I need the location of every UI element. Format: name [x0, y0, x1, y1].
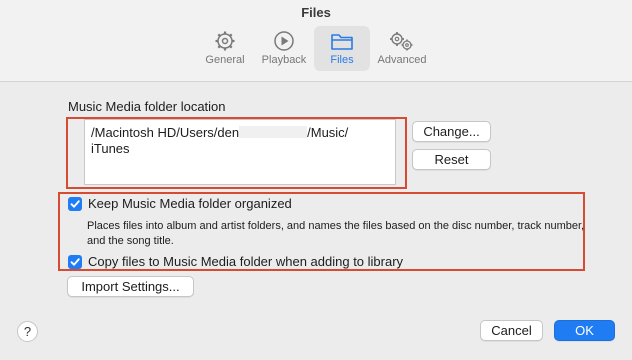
tab-playback-label: Playback	[261, 54, 307, 66]
path-text-start: /Macintosh HD/Users/den	[91, 125, 240, 140]
tab-playback[interactable]: Playback	[256, 26, 312, 71]
tab-advanced[interactable]: Advanced	[374, 26, 430, 71]
keep-organized-option[interactable]: Keep Music Media folder organized	[68, 196, 292, 211]
window-title: Files	[301, 5, 331, 20]
preferences-window: Files General Playback Files Advanced Mu…	[0, 0, 632, 360]
path-text-last: iTunes	[91, 141, 130, 156]
checkmark-icon	[70, 257, 80, 266]
gear-icon	[215, 31, 235, 51]
tab-files[interactable]: Files	[314, 26, 370, 71]
folder-icon	[331, 34, 353, 50]
reset-button[interactable]: Reset	[412, 149, 491, 170]
tab-general[interactable]: General	[197, 26, 253, 71]
tab-files-label: Files	[330, 54, 354, 66]
media-folder-path-field[interactable]: /Macintosh HD/Users/den/Music/ iTunes	[84, 119, 396, 185]
help-button[interactable]: ?	[17, 321, 38, 342]
media-folder-location-label: Music Media folder location	[68, 99, 226, 114]
toolbar: Files General Playback Files Advanced	[0, 0, 632, 82]
path-text-end: /Music/	[307, 125, 349, 140]
checkmark-icon	[70, 199, 80, 208]
copy-files-option[interactable]: Copy files to Music Media folder when ad…	[68, 254, 403, 269]
play-circle-icon	[274, 31, 294, 51]
ok-button[interactable]: OK	[554, 320, 615, 341]
change-button[interactable]: Change...	[412, 121, 491, 142]
redacted-username	[239, 126, 308, 138]
keep-organized-checkbox[interactable]	[68, 196, 82, 211]
keep-organized-description: Places files into album and artist folde…	[87, 220, 585, 247]
keep-organized-label: Keep Music Media folder organized	[88, 196, 292, 211]
cancel-button[interactable]: Cancel	[480, 320, 543, 341]
copy-files-checkbox[interactable]	[68, 254, 82, 269]
tab-advanced-label: Advanced	[377, 54, 427, 66]
gears-icon	[390, 32, 413, 51]
copy-files-label: Copy files to Music Media folder when ad…	[88, 254, 404, 269]
tab-general-label: General	[205, 54, 245, 66]
import-settings-button[interactable]: Import Settings...	[67, 276, 194, 297]
